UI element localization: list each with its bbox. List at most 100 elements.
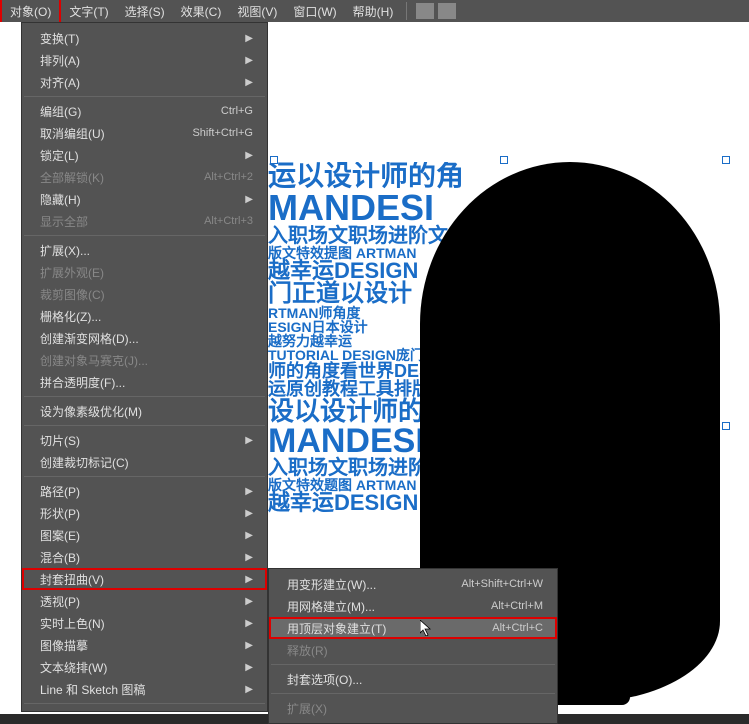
submenu-arrow-icon: ▶ [245,55,253,66]
menu-item[interactable]: 图像描摹▶ [22,634,267,656]
submenu-arrow-icon: ▶ [245,684,253,695]
submenu-arrow-icon: ▶ [245,552,253,563]
menu-item: 扩展外观(E) [22,261,267,283]
menu-select[interactable]: 选择(S) [117,0,173,23]
submenu-item[interactable]: 用顶层对象建立(T) Alt+Ctrl+C [269,617,557,639]
menu-item: 全部解锁(K) Alt+Ctrl+2 [22,166,267,188]
menu-item[interactable]: 变换(T) ▶ [22,27,267,49]
menu-separator [271,664,555,665]
menu-separator [24,703,265,704]
menu-separator [24,396,265,397]
menu-object[interactable]: 对象(O) [0,0,61,25]
menu-item-label: 创建对象马赛克(J)... [40,352,148,369]
submenu-item-label: 封套选项(O)... [287,671,362,688]
menu-item[interactable]: 透视(P)▶ [22,590,267,612]
menubar-separator [406,2,407,20]
menu-item[interactable]: 取消编组(U) Shift+Ctrl+G [22,122,267,144]
menu-item: 显示全部 Alt+Ctrl+3 [22,210,267,232]
menu-effect[interactable]: 效果(C) [173,0,230,23]
menu-item[interactable]: 文本绕排(W)▶ [22,656,267,678]
selection-handle[interactable] [500,156,508,164]
submenu-arrow-icon: ▶ [245,77,253,88]
menu-item-label: 取消编组(U) [40,125,105,142]
menu-item[interactable]: 设为像素级优化(M) [22,400,267,422]
menu-item[interactable]: 形状(P)▶ [22,502,267,524]
menu-item[interactable]: 封套扭曲(V) ▶ [22,568,267,590]
menu-separator [271,693,555,694]
menu-item: 裁剪图像(C) [22,283,267,305]
menu-item[interactable]: 混合(B) ▶ [22,546,267,568]
menu-item-label: 切片(S) [40,432,80,449]
menu-shortcut: Alt+Ctrl+3 [204,215,253,227]
menu-item[interactable]: 锁定(L)▶ [22,144,267,166]
menu-text[interactable]: 文字(T) [61,0,116,23]
submenu-arrow-icon: ▶ [245,33,253,44]
submenu-item-label: 释放(R) [287,642,328,659]
selection-handle[interactable] [722,422,730,430]
menu-shortcut: Shift+Ctrl+G [192,127,253,139]
menu-item[interactable]: 实时上色(N)▶ [22,612,267,634]
doc-arrange-icons [416,3,456,19]
menu-item[interactable]: 切片(S) ▶ [22,429,267,451]
submenu-arrow-icon: ▶ [245,486,253,497]
menu-item-label: 封套扭曲(V) [40,571,104,588]
menu-item-label: 扩展(X)... [40,242,90,259]
menu-help[interactable]: 帮助(H) [345,0,402,23]
menu-item-label: 图像描摹 [40,637,88,654]
menu-item[interactable]: 排列(A) ▶ [22,49,267,71]
menu-item-label: 对齐(A) [40,74,80,91]
menu-item-label: 创建渐变网格(D)... [40,330,139,347]
submenu-item: 释放(R) [269,639,557,661]
selection-handle[interactable] [722,156,730,164]
menu-separator [24,235,265,236]
menu-item[interactable]: 栅格化(Z)... [22,305,267,327]
menu-view[interactable]: 视图(V) [229,0,285,23]
submenu-arrow-icon: ▶ [245,662,253,673]
submenu-arrow-icon: ▶ [245,574,253,585]
doc-arrange-icon[interactable] [438,3,456,19]
submenu-item[interactable]: 封套选项(O)... [269,668,557,690]
menu-shortcut: Ctrl+G [221,105,253,117]
menu-item[interactable]: 扩展(X)... [22,239,267,261]
menu-item-label: 混合(B) [40,549,80,566]
menu-separator [24,476,265,477]
menu-item[interactable]: 编组(G)Ctrl+G [22,100,267,122]
menu-item-label: 显示全部 [40,213,88,230]
submenu-item[interactable]: 用变形建立(W)... Alt+Shift+Ctrl+W [269,573,557,595]
menu-item-label: 变换(T) [40,30,79,47]
menu-shortcut: Alt+Ctrl+C [492,622,543,634]
menu-item[interactable]: 拼合透明度(F)... [22,371,267,393]
submenu-item[interactable]: 用网格建立(M)... Alt+Ctrl+M [269,595,557,617]
submenu-arrow-icon: ▶ [245,530,253,541]
menu-item[interactable]: 隐藏(H)▶ [22,188,267,210]
submenu-item-label: 用变形建立(W)... [287,576,376,593]
submenu-item-label: 用顶层对象建立(T) [287,620,386,637]
menu-item[interactable]: 对齐(A) ▶ [22,71,267,93]
submenu-item: 扩展(X) [269,697,557,719]
menu-shortcut: Alt+Ctrl+2 [204,171,253,183]
menu-item-label: 排列(A) [40,52,80,69]
menu-item-label: 裁剪图像(C) [40,286,105,303]
menu-item-label: 全部解锁(K) [40,169,104,186]
menu-item-label: Line 和 Sketch 图稿 [40,681,145,698]
menu-item[interactable]: 创建裁切标记(C) [22,451,267,473]
submenu-item-label: 用网格建立(M)... [287,598,375,615]
menu-item[interactable]: Line 和 Sketch 图稿 ▶ [22,678,267,700]
menu-item-label: 创建裁切标记(C) [40,454,129,471]
menu-item[interactable]: 创建渐变网格(D)... [22,327,267,349]
doc-arrange-icon[interactable] [416,3,434,19]
menu-item-label: 拼合透明度(F)... [40,374,125,391]
submenu-arrow-icon: ▶ [245,435,253,446]
submenu-arrow-icon: ▶ [245,150,253,161]
menu-item-label: 路径(P) [40,483,80,500]
menu-shortcut: Alt+Shift+Ctrl+W [461,578,543,590]
menu-shortcut: Alt+Ctrl+M [491,600,543,612]
menu-item-label: 扩展外观(E) [40,264,104,281]
selection-handle[interactable] [270,156,278,164]
submenu-arrow-icon: ▶ [245,194,253,205]
menu-window[interactable]: 窗口(W) [285,0,344,23]
menu-item-label: 图案(E) [40,527,80,544]
menu-item[interactable]: 路径(P) ▶ [22,480,267,502]
menu-item-label: 实时上色(N) [40,615,105,632]
menu-item[interactable]: 图案(E) ▶ [22,524,267,546]
